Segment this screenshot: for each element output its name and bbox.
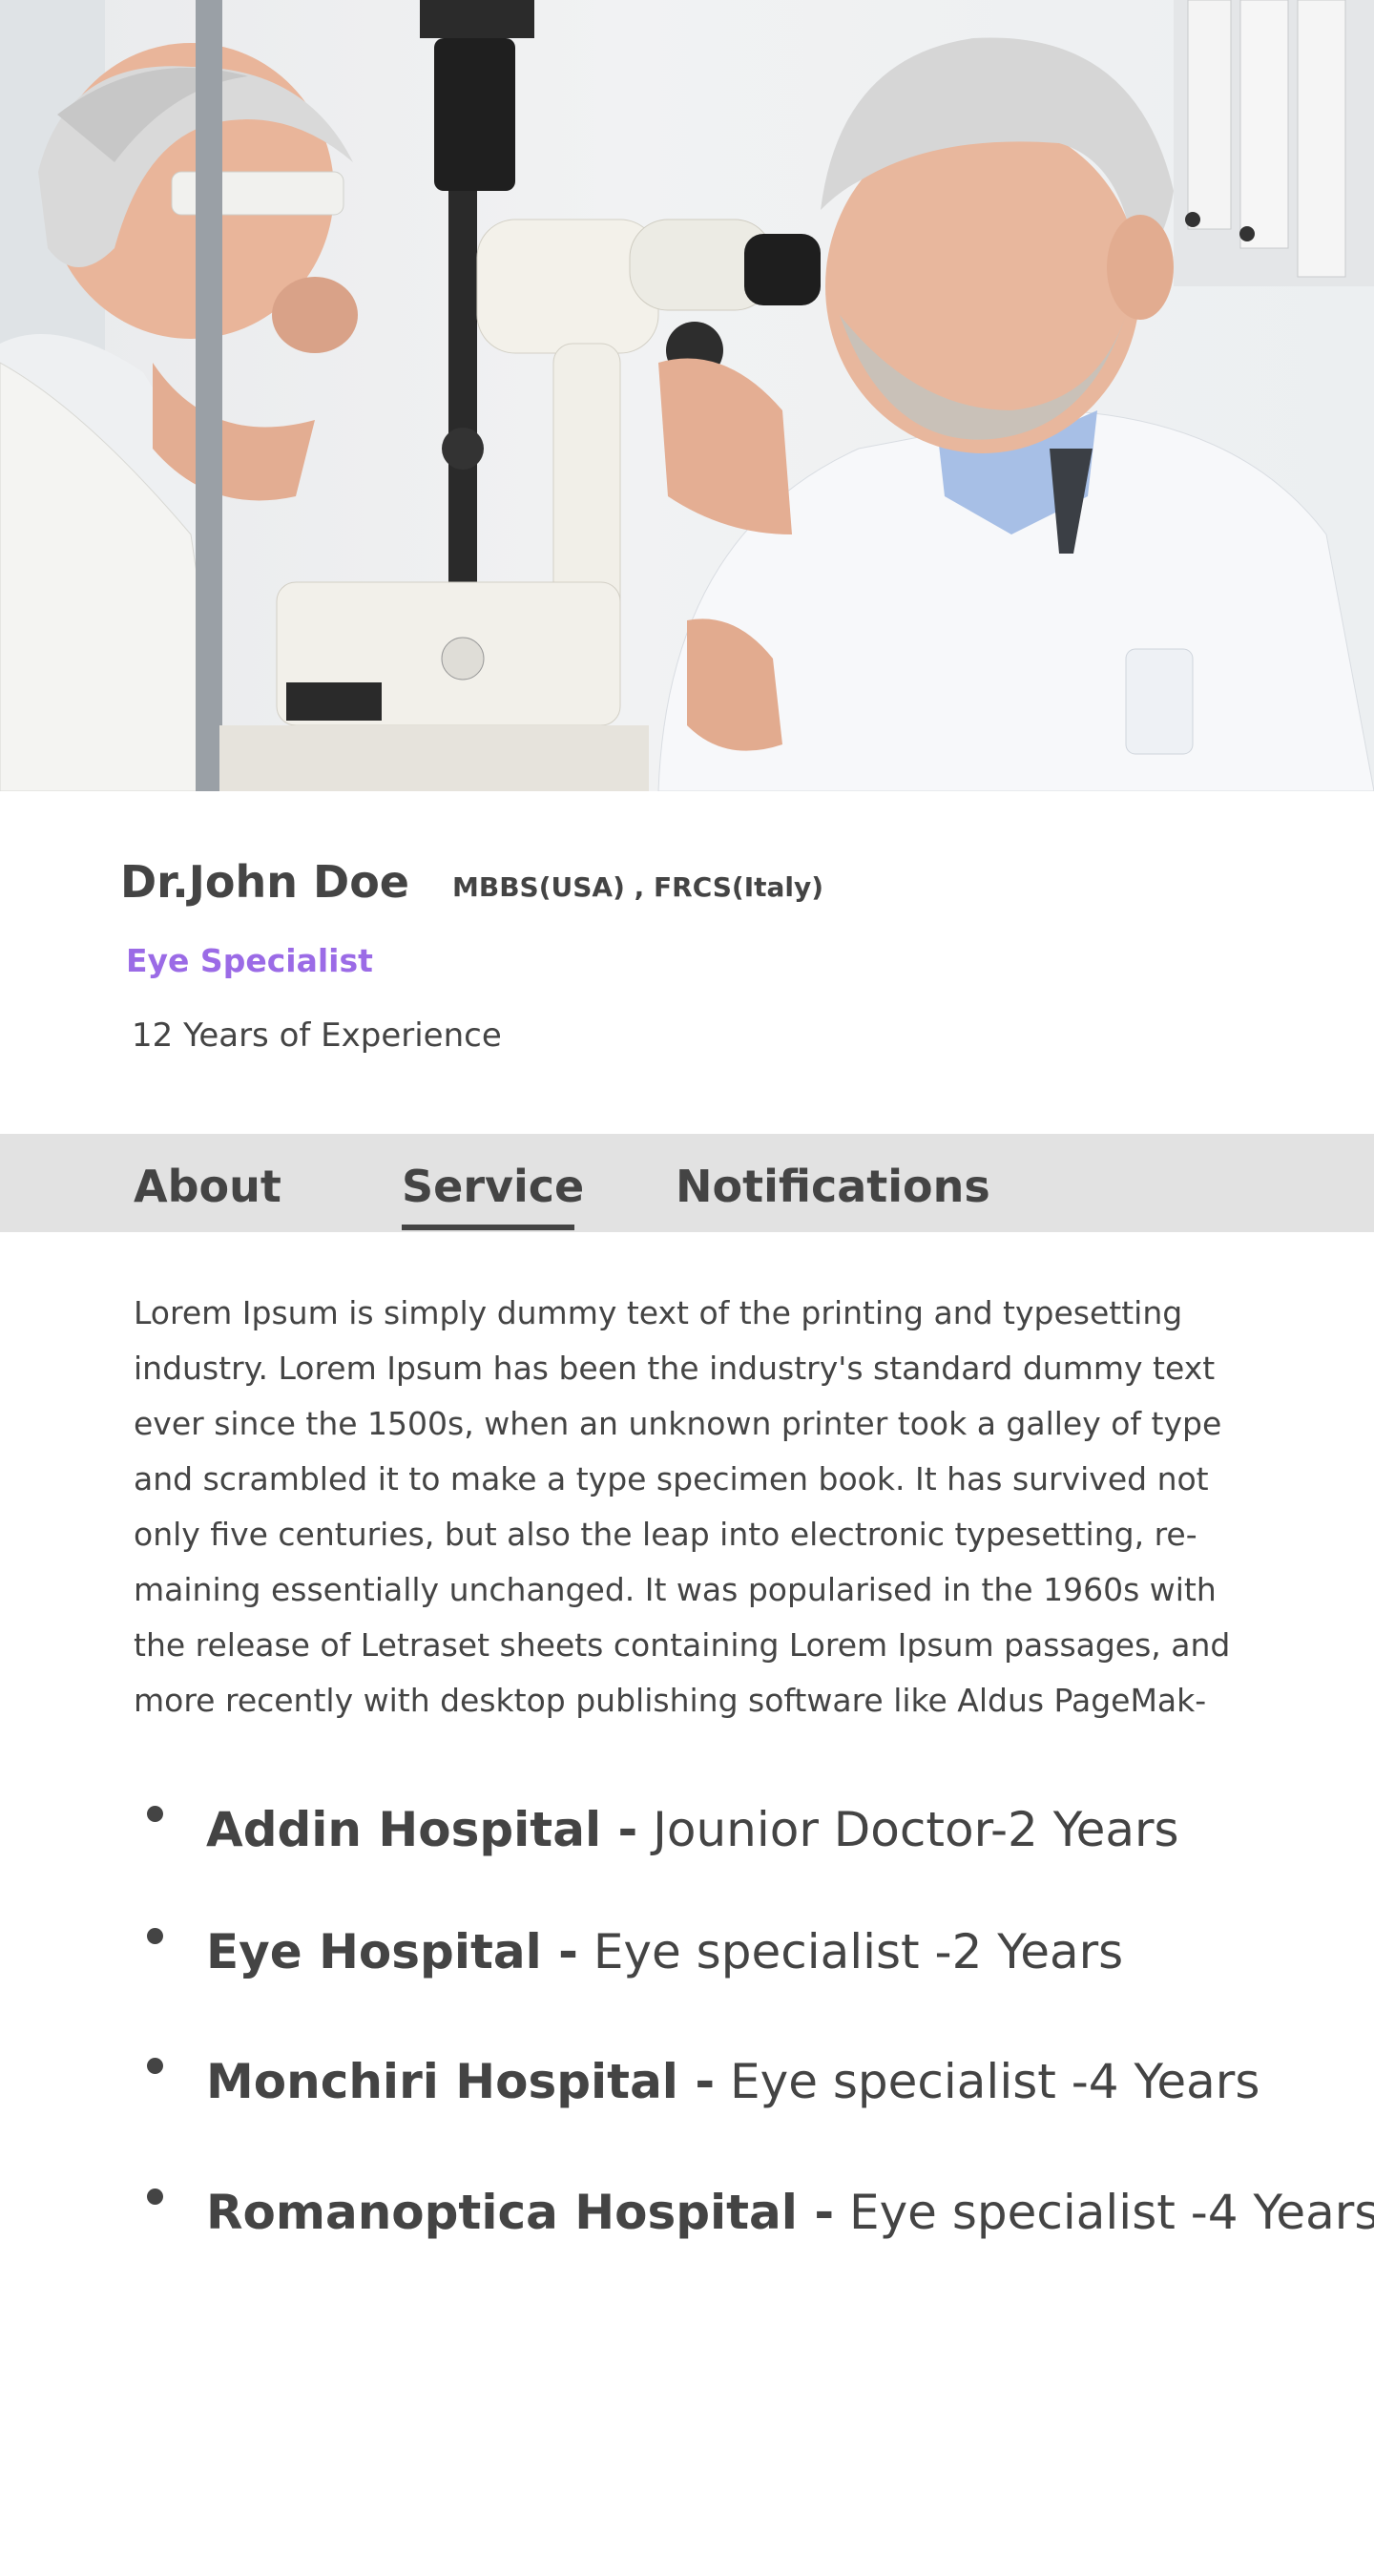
description-line: ever since the 1500s, when an unknown pr… — [134, 1405, 1222, 1442]
profile-tabs: About Service Notifications — [0, 1134, 1374, 1232]
bullet-icon — [147, 2058, 163, 2074]
experience-entry: Addin Hospital - Jounior Doctor-2 Years — [206, 1802, 1179, 1857]
doctor-qualifications: MBBS(USA) , FRCS(Italy) — [452, 871, 824, 903]
description-line: industry. Lorem Ipsum has been the indus… — [134, 1350, 1216, 1387]
eye-exam-illustration — [0, 0, 1374, 791]
experience-entry: Eye Hospital - Eye specialist -2 Years — [206, 1924, 1123, 1979]
hospital-name: Eye Hospital - — [206, 1924, 578, 1979]
tab-notifications[interactable]: Notifications — [676, 1161, 990, 1212]
experience-entry: Romanoptica Hospital - Eye specialist -4… — [206, 2185, 1374, 2240]
description-line: the release of Letraset sheets containin… — [134, 1626, 1231, 1664]
service-description: Lorem Ipsum is simply dummy text of the … — [134, 1286, 1298, 1728]
hospital-name: Monchiri Hospital - — [206, 2054, 716, 2109]
hospital-role: Jounior Doctor-2 Years — [653, 1802, 1179, 1857]
bullet-icon — [147, 1806, 163, 1822]
tab-about[interactable]: About — [134, 1161, 281, 1212]
list-item: Addin Hospital - Jounior Doctor-2 Years — [0, 1794, 1374, 1861]
list-item: Eye Hospital - Eye specialist -2 Years — [0, 1916, 1374, 1983]
active-tab-indicator — [402, 1225, 574, 1230]
doctor-name: Dr.John Doe — [120, 856, 409, 908]
experience-entry: Monchiri Hospital - Eye specialist -4 Ye… — [206, 2054, 1260, 2109]
description-line: maining essentially unchanged. It was po… — [134, 1571, 1217, 1608]
doctor-experience: 12 Years of Experience — [132, 1016, 502, 1055]
tab-service[interactable]: Service — [402, 1161, 584, 1212]
description-line: only five centuries, but also the leap i… — [134, 1516, 1197, 1553]
description-line: Lorem Ipsum is simply dummy text of the … — [134, 1294, 1183, 1331]
hospital-name: Addin Hospital - — [206, 1802, 638, 1857]
hospital-name: Romanoptica Hospital - — [206, 2185, 835, 2240]
profile-info: Dr.John Doe MBBS(USA) , FRCS(Italy) Eye … — [0, 791, 1374, 1135]
bullet-icon — [147, 2189, 163, 2205]
hospital-role: Eye specialist -4 Years — [849, 2185, 1374, 2240]
hospital-role: Eye specialist -2 Years — [593, 1924, 1124, 1979]
doctor-specialty: Eye Specialist — [126, 942, 373, 979]
description-line: more recently with desktop publishing so… — [134, 1682, 1207, 1719]
doctor-profile-page: Dr.John Doe MBBS(USA) , FRCS(Italy) Eye … — [0, 0, 1374, 2576]
bullet-icon — [147, 1928, 163, 1944]
hospital-role: Eye specialist -4 Years — [730, 2054, 1260, 2109]
list-item: Romanoptica Hospital - Eye specialist -4… — [0, 2177, 1374, 2244]
list-item: Monchiri Hospital - Eye specialist -4 Ye… — [0, 2046, 1374, 2113]
description-line: and scrambled it to make a type specimen… — [134, 1460, 1209, 1497]
doctor-photo — [0, 0, 1374, 791]
